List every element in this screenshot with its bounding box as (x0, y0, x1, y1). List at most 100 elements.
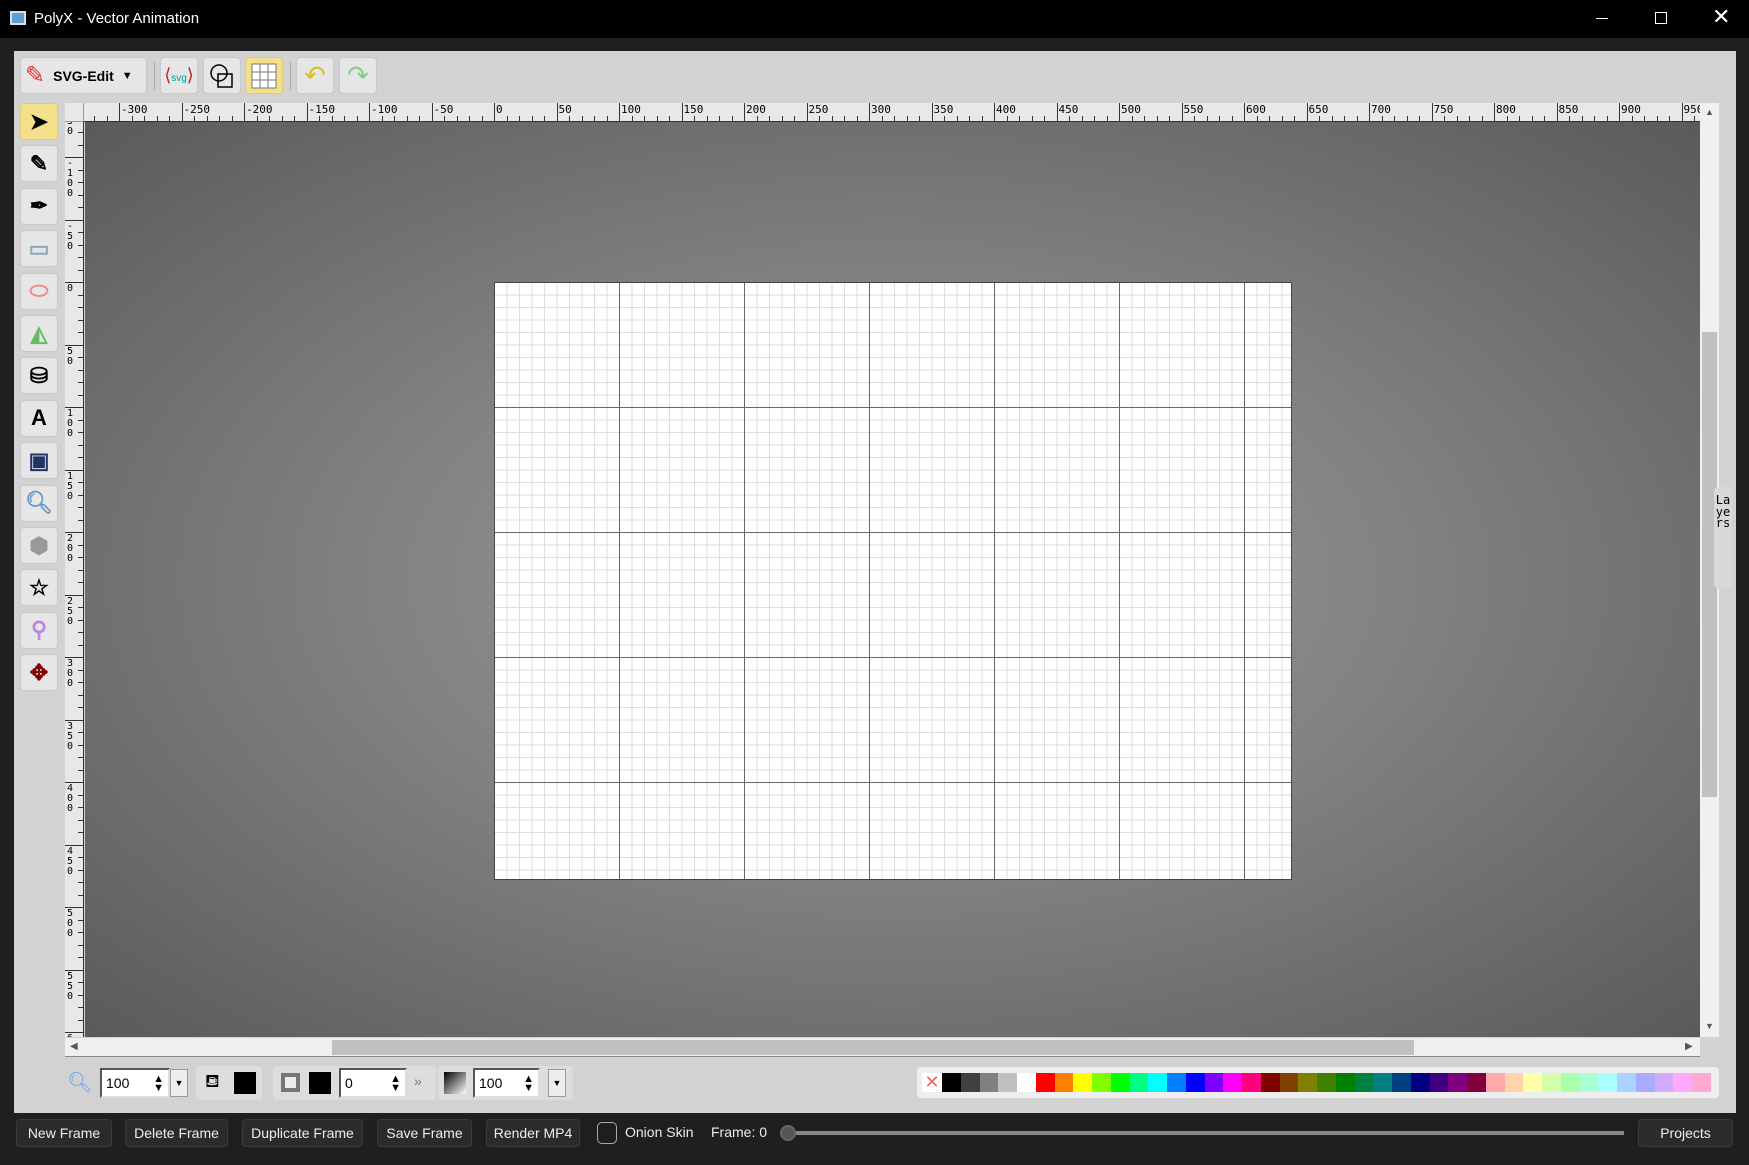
tool-ellipse-button[interactable]: ⬭ (20, 272, 58, 310)
scroll-up-arrow-icon[interactable]: ▲ (1705, 107, 1714, 117)
palette-swatch[interactable] (1260, 1073, 1280, 1092)
ruler-tick (78, 494, 83, 496)
palette-swatch[interactable] (1673, 1073, 1692, 1092)
spinner-icon[interactable]: ▲ ▼ (523, 1074, 534, 1094)
onion-skin-checkbox[interactable] (597, 1122, 617, 1144)
opacity-dropdown[interactable]: ▼ (548, 1069, 566, 1097)
palette-swatch[interactable] (1467, 1073, 1486, 1092)
tool-star-button[interactable]: ☆ (20, 569, 58, 607)
new-frame-button[interactable]: New Frame (16, 1119, 112, 1147)
horizontal-scrollbar[interactable]: ◀ ▶ (65, 1038, 1700, 1057)
stroke-color-swatch[interactable] (309, 1072, 331, 1094)
horizontal-scroll-thumb[interactable] (332, 1040, 1414, 1055)
palette-swatch[interactable] (1223, 1073, 1242, 1092)
palette-swatch[interactable] (998, 1073, 1017, 1092)
palette-swatch[interactable] (1560, 1073, 1580, 1092)
palette-swatch[interactable] (1317, 1073, 1336, 1092)
tool-zoom-button[interactable]: 🔍︎ (20, 484, 58, 522)
undo-button[interactable]: ↶ (296, 57, 334, 94)
palette-swatch[interactable] (1185, 1073, 1205, 1092)
ruler-tick (78, 544, 83, 546)
palette-swatch[interactable] (1017, 1073, 1036, 1092)
palette-swatch[interactable] (1129, 1073, 1149, 1092)
palette-swatch[interactable] (1617, 1073, 1636, 1092)
maximize-button[interactable] (1655, 12, 1667, 24)
palette-swatch[interactable] (1504, 1073, 1524, 1092)
palette-swatch[interactable] (1054, 1073, 1074, 1092)
palette-swatch[interactable] (1598, 1073, 1617, 1092)
duplicate-frame-button[interactable]: Duplicate Frame (242, 1119, 363, 1147)
tool-text-button[interactable]: A (20, 399, 58, 437)
palette-swatch[interactable] (1279, 1073, 1299, 1092)
palette-swatch[interactable] (1335, 1073, 1355, 1092)
tool-polygon-path-button[interactable]: ◭ (20, 315, 58, 352)
scroll-left-arrow-icon[interactable]: ◀ (70, 1041, 78, 1052)
delete-frame-button[interactable]: Delete Frame (125, 1119, 228, 1147)
palette-swatch[interactable] (1073, 1073, 1092, 1092)
tool-path-button[interactable]: ✒ (20, 187, 58, 225)
grid-button[interactable] (245, 57, 283, 94)
palette-swatch[interactable] (1429, 1073, 1449, 1092)
palette-swatch[interactable] (1448, 1073, 1467, 1092)
palette-swatch[interactable] (1148, 1073, 1167, 1092)
spinner-icon[interactable]: ▲ ▼ (390, 1074, 401, 1094)
palette-swatch[interactable] (1035, 1073, 1055, 1092)
palette-swatch[interactable] (1410, 1073, 1430, 1092)
projects-button[interactable]: Projects (1638, 1119, 1733, 1147)
svg-source-button[interactable]: ⟨svg⟩ (160, 57, 198, 94)
svg-edit-menu-button[interactable]: ✎ SVG-Edit ▼ (20, 57, 147, 94)
tool-freehand-button[interactable]: ✎ (20, 145, 58, 183)
palette-swatch[interactable] (1523, 1073, 1542, 1092)
tool-library-button[interactable]: ⛁ (20, 357, 58, 395)
tool-image-button[interactable]: ▣ (20, 442, 58, 480)
save-frame-button[interactable]: Save Frame (377, 1119, 472, 1147)
palette-swatch[interactable] (1485, 1073, 1505, 1092)
palette-swatch[interactable] (1110, 1073, 1130, 1092)
tool-polygon-button[interactable]: ⬢ (20, 527, 58, 564)
select-arrow-icon: ➤ (29, 108, 49, 134)
zoom-dropdown[interactable]: ▼ (170, 1069, 188, 1097)
fill-color-swatch[interactable] (234, 1072, 256, 1094)
palette-swatch[interactable] (1542, 1073, 1561, 1092)
palette-swatch[interactable] (1692, 1073, 1711, 1092)
ruler-label: 0 (496, 103, 503, 116)
tool-eyedropper-button[interactable]: ⚲ (20, 611, 58, 649)
palette-swatch[interactable] (1579, 1073, 1599, 1092)
frame-slider[interactable] (780, 1125, 1624, 1141)
palette-swatch[interactable] (1654, 1073, 1674, 1092)
ruler-label: 100 (621, 103, 641, 116)
zoom-input[interactable]: 100 ▲ ▼ (100, 1068, 170, 1098)
palette-swatch[interactable] (1354, 1073, 1374, 1092)
palette-swatch[interactable] (960, 1073, 980, 1092)
palette-swatch[interactable] (1092, 1073, 1111, 1092)
render-mp4-button[interactable]: Render MP4 (486, 1119, 580, 1147)
palette-swatch[interactable] (942, 1073, 961, 1092)
minimize-button[interactable] (1596, 18, 1608, 19)
ruler-tick (78, 682, 83, 683)
wireframe-button[interactable] (203, 57, 241, 94)
palette-swatch[interactable] (1167, 1073, 1186, 1092)
layers-tab[interactable]: Layers (1714, 487, 1732, 588)
palette-swatch[interactable] (979, 1073, 999, 1092)
palette-swatch[interactable] (1242, 1073, 1261, 1092)
close-button[interactable]: ✕ (1712, 4, 1730, 30)
spinner-icon[interactable]: ▲ ▼ (153, 1074, 164, 1094)
palette-swatch[interactable] (1298, 1073, 1317, 1092)
palette-swatch[interactable] (1204, 1073, 1224, 1092)
scroll-right-arrow-icon[interactable]: ▶ (1685, 1041, 1693, 1052)
palette-swatch[interactable] (1373, 1073, 1392, 1092)
no-color-swatch[interactable]: ✕ (922, 1073, 942, 1092)
opacity-input[interactable]: 100 ▲ ▼ (473, 1068, 540, 1098)
tool-rect-button[interactable]: ▭ (20, 230, 58, 268)
ruler-tick (78, 394, 83, 396)
tool-select-button[interactable]: ➤ (20, 103, 58, 140)
scroll-down-arrow-icon[interactable]: ▼ (1705, 1021, 1714, 1031)
palette-swatch[interactable] (1635, 1073, 1655, 1092)
palette-swatch[interactable] (1392, 1073, 1411, 1092)
redo-button[interactable]: ↷ (339, 57, 377, 94)
stroke-width-input[interactable]: 0 ▲ ▼ (339, 1068, 407, 1098)
drawing-page[interactable] (494, 282, 1292, 880)
tool-move-button[interactable]: ✥ (20, 654, 58, 692)
more-options-button[interactable]: » (414, 1073, 422, 1089)
frame-slider-handle[interactable] (780, 1125, 796, 1141)
